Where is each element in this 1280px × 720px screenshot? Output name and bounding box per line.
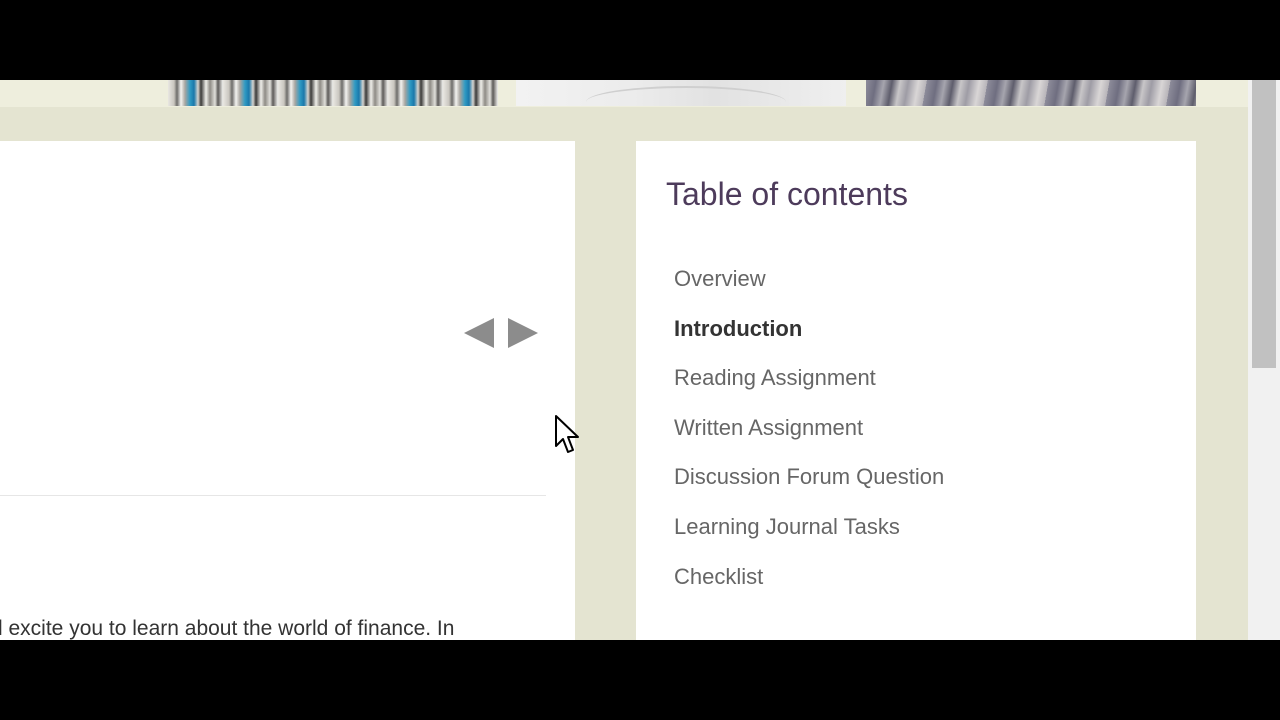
page-viewport: l excite you to learn about the world of…: [0, 80, 1280, 640]
toc-list: Overview Introduction Reading Assignment…: [674, 266, 944, 613]
toc-item-discussion-forum-question[interactable]: Discussion Forum Question: [674, 464, 944, 514]
toc-item-checklist[interactable]: Checklist: [674, 564, 944, 614]
toc-title: Table of contents: [666, 176, 908, 212]
intro-paragraph: l excite you to learn about the world of…: [0, 617, 455, 640]
content-divider: [0, 495, 546, 496]
banner-image-photo: [866, 80, 1196, 106]
table-of-contents: Table of contents Overview Introduction …: [636, 141, 1196, 640]
toc-item-reading-assignment[interactable]: Reading Assignment: [674, 365, 944, 415]
slide-navigation: [462, 316, 542, 352]
toc-item-introduction[interactable]: Introduction: [674, 316, 944, 366]
banner-image-abstract: [516, 80, 846, 106]
previous-button[interactable]: [462, 316, 498, 352]
content-card: l excite you to learn about the world of…: [0, 141, 575, 640]
toc-item-overview[interactable]: Overview: [674, 266, 944, 316]
left-triangle-icon: [464, 318, 494, 348]
header-banner: [0, 80, 1248, 107]
toc-item-written-assignment[interactable]: Written Assignment: [674, 415, 944, 465]
vertical-scrollbar[interactable]: [1248, 80, 1280, 640]
next-button[interactable]: [504, 316, 540, 352]
toc-item-learning-journal-tasks[interactable]: Learning Journal Tasks: [674, 514, 944, 564]
scrollbar-thumb[interactable]: [1252, 80, 1276, 368]
banner-image-books: [168, 80, 498, 106]
right-triangle-icon: [508, 318, 538, 348]
